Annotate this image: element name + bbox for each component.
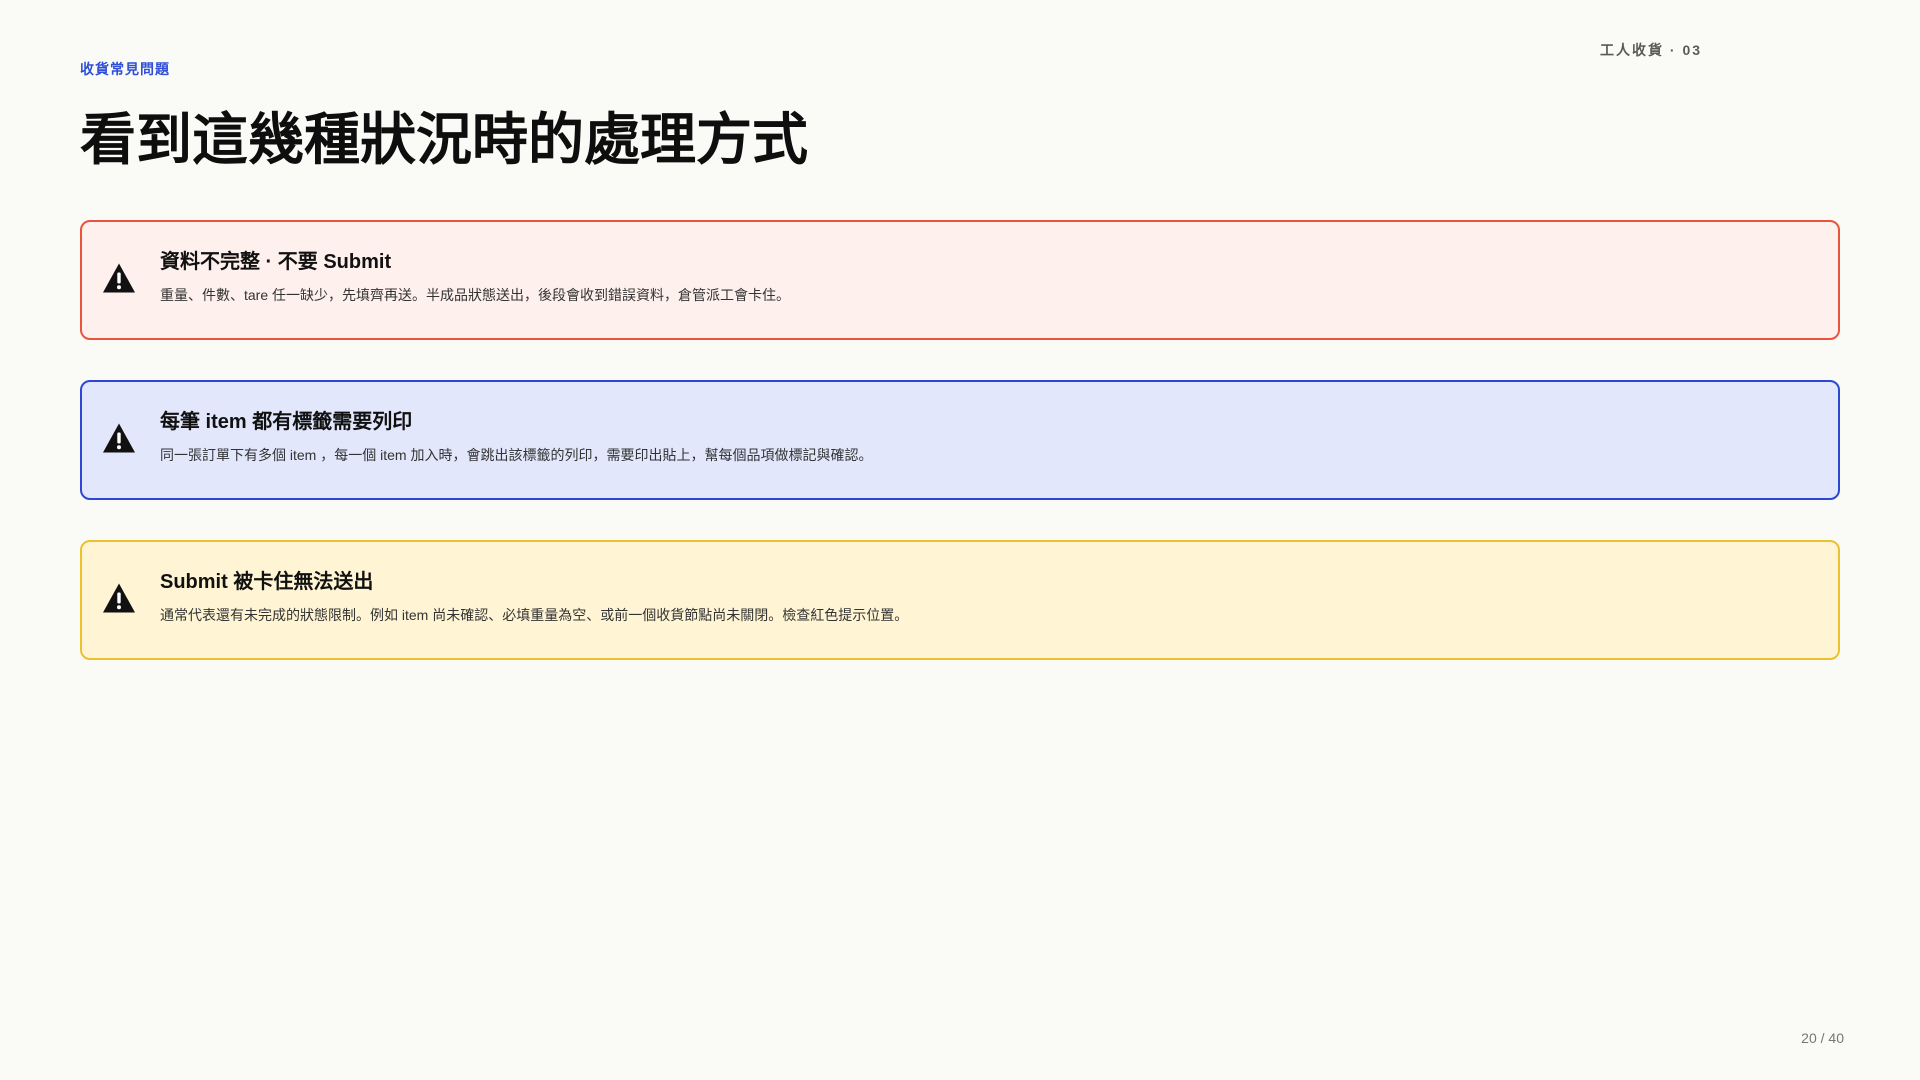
warning-triangle-icon <box>102 422 136 454</box>
notice-card-body: 同一張訂單下有多個 item ，每一個 item 加入時，會跳出該標籤的列印，需… <box>160 447 873 463</box>
section-tag: 收貨常見問題 <box>80 61 170 77</box>
notice-card-title: Submit 被卡住無法送出 <box>160 571 374 593</box>
warning-triangle-icon <box>102 262 136 294</box>
page-title: 看到這幾種狀況時的處理方式 <box>80 108 808 171</box>
page-counter: 20 / 40 <box>1801 1030 1844 1046</box>
notice-card-title: 資料不完整 · 不要 Submit <box>160 251 392 273</box>
notice-card-body: 重量、件數、tare 任一缺少，先填齊再送。半成品狀態送出，後段會收到錯誤資料，… <box>160 287 791 303</box>
notice-card-incomplete-data: 資料不完整 · 不要 Submit 重量、件數、tare 任一缺少，先填齊再送。… <box>80 220 1840 340</box>
notice-card-label-printing: 每筆 item 都有標籤需要列印 同一張訂單下有多個 item ，每一個 ite… <box>80 380 1840 500</box>
deck-label: 工人收貨 · 03 <box>1600 42 1703 58</box>
notice-card-list: 資料不完整 · 不要 Submit 重量、件數、tare 任一缺少，先填齊再送。… <box>80 220 1840 700</box>
notice-card-body: 通常代表還有未完成的狀態限制。例如 item 尚未確認、必填重量為空、或前一個收… <box>160 607 909 623</box>
notice-card-submit-blocked: Submit 被卡住無法送出 通常代表還有未完成的狀態限制。例如 item 尚未… <box>80 540 1840 660</box>
notice-card-title: 每筆 item 都有標籤需要列印 <box>160 411 413 433</box>
warning-triangle-icon <box>102 582 136 614</box>
